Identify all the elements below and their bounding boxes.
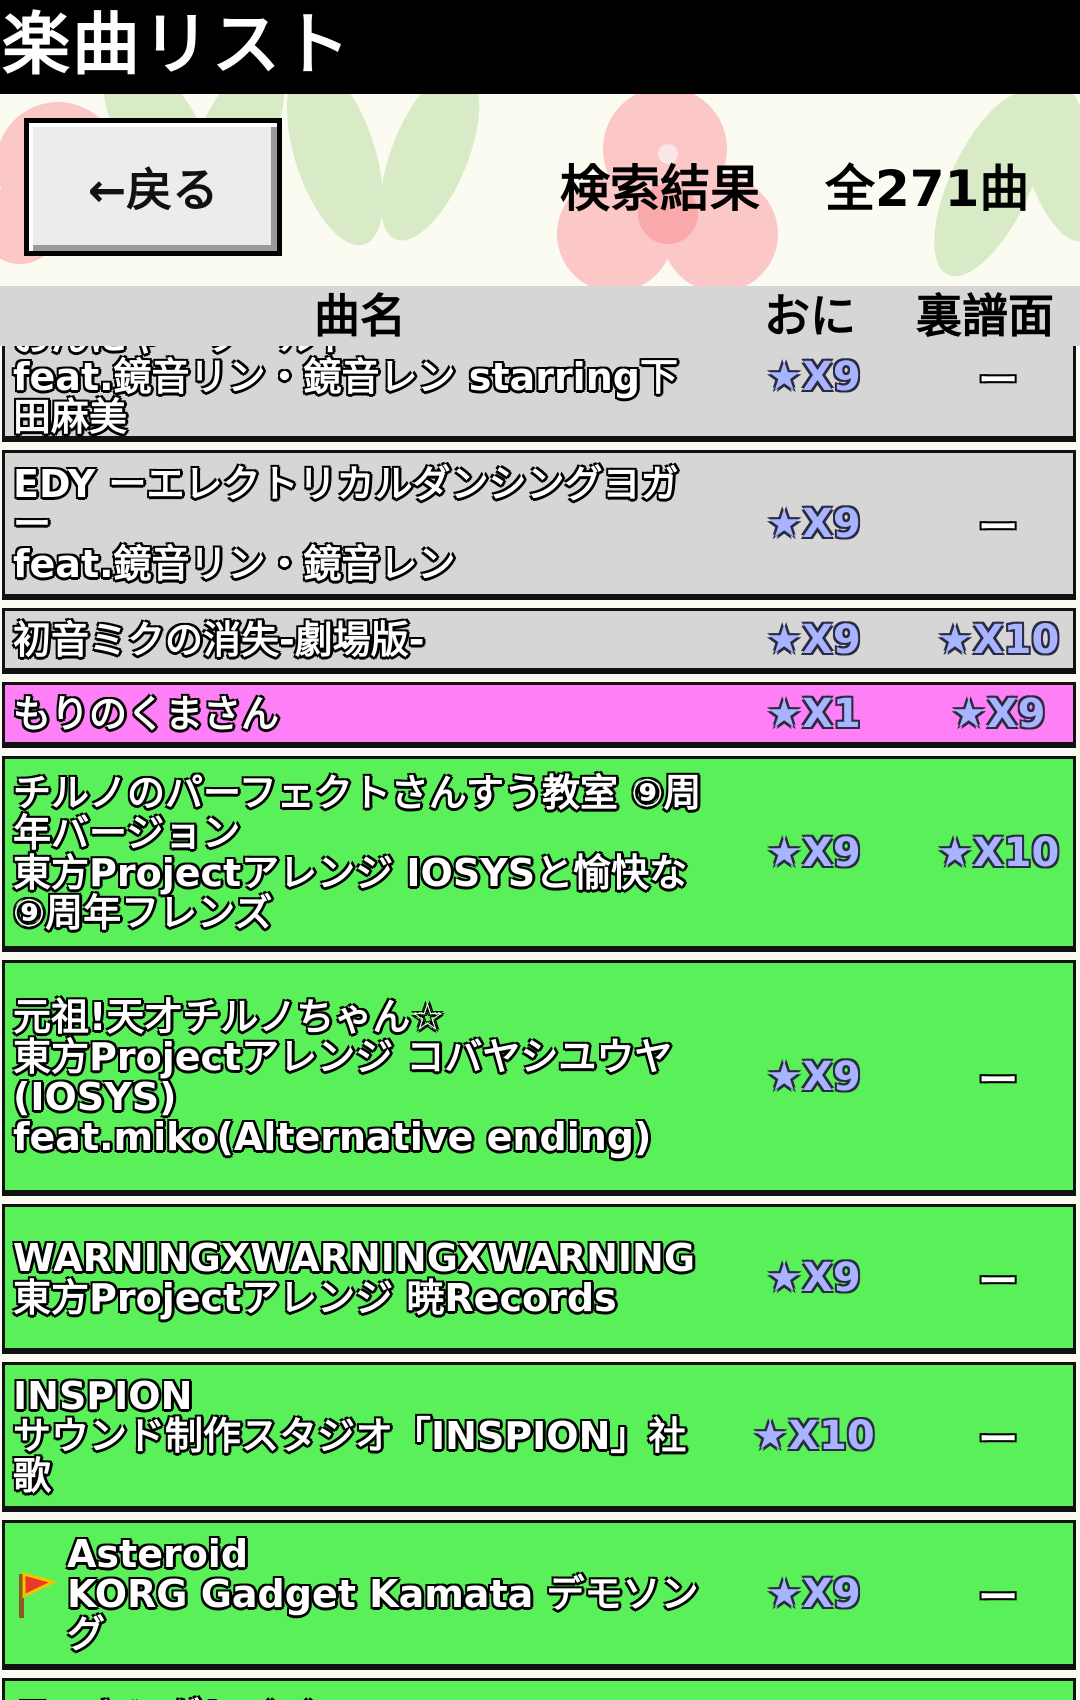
ura-difficulty: ー <box>978 504 1019 551</box>
song-row[interactable]: EDY ーエレクトリカルダンシングヨガー feat.鏡音リン・鏡音レン ★X9 ー <box>2 450 1076 600</box>
oni-difficulty: ★X10 <box>752 1412 875 1459</box>
song-row[interactable]: Asteroid KORG Gadget Kamata デモソング ★X9 ー <box>2 1520 1076 1670</box>
ura-difficulty: ー <box>978 1416 1019 1463</box>
song-title: 初音ミクの消失-劇場版- <box>13 617 425 662</box>
song-row[interactable]: ラッキングレイイ <box>2 1678 1076 1700</box>
oni-difficulty: ★X9 <box>766 616 861 663</box>
ura-difficulty: ー <box>978 357 1019 404</box>
song-row[interactable]: 初音ミクの消失-劇場版- ★X9 ★X10 <box>2 608 1076 674</box>
flag-icon <box>19 1571 57 1618</box>
oni-difficulty: ★X9 <box>766 1570 861 1617</box>
song-name-cell: チルノのパーフェクトさんすう教室 ⑨周年バージョン 東方Projectアレンジ … <box>5 773 704 933</box>
song-name-cell: おんにゃーワールド feat.鏡音リン・鏡音レン starring下田麻美 <box>5 346 704 437</box>
song-title: おんにゃーワールド feat.鏡音リン・鏡音レン starring下田麻美 <box>13 346 678 439</box>
ura-difficulty: ★X9 <box>950 690 1046 737</box>
song-title: チルノのパーフェクトさんすう教室 ⑨周年バージョン 東方Projectアレンジ … <box>13 770 702 935</box>
oni-difficulty: ★X9 <box>766 500 861 547</box>
song-name-cell: 初音ミクの消失-劇場版- <box>5 620 704 660</box>
song-name-cell: もりのくまさん <box>5 694 704 734</box>
song-row[interactable]: WARNINGXWARNINGXWARNING 東方Projectアレンジ 暁R… <box>2 1204 1076 1354</box>
song-name-cell: INSPION サウンド制作スタジオ「INSPION」社歌 <box>5 1376 704 1496</box>
column-header: 曲名 おに 裏譜面 <box>0 286 1080 346</box>
song-list-screen: 楽曲リスト ←戻る 検索結果 全271曲 曲名 おに 裏譜面 feat.鏡音リン… <box>0 0 1080 1700</box>
oni-difficulty: ★X9 <box>766 1254 861 1301</box>
ura-difficulty: ー <box>978 1574 1019 1621</box>
column-header-name: 曲名 <box>314 289 406 343</box>
song-title: ラッキングレイイ <box>13 1697 316 1700</box>
song-title: 元祖!天才チルノちゃん☆ 東方Projectアレンジ コバヤシユウヤ(IOSYS… <box>13 994 673 1159</box>
song-title: WARNINGXWARNINGXWARNING 東方Projectアレンジ 暁R… <box>13 1235 696 1320</box>
oni-difficulty: ★X9 <box>766 353 861 400</box>
oni-difficulty: ★X9 <box>766 829 861 876</box>
back-button-label: ←戻る <box>87 163 219 217</box>
column-header-oni: おに <box>764 289 856 343</box>
ura-difficulty: ー <box>978 1057 1019 1104</box>
song-row[interactable]: INSPION サウンド制作スタジオ「INSPION」社歌 ★X10 ー <box>2 1362 1076 1512</box>
song-row[interactable]: もりのくまさん ★X1 ★X9 <box>2 682 1076 748</box>
song-list[interactable]: おんにゃーワールド feat.鏡音リン・鏡音レン starring下田麻美 ★X9… <box>0 346 1080 1700</box>
oni-difficulty: ★X9 <box>766 1053 861 1100</box>
column-header-ura: 裏譜面 <box>916 289 1054 343</box>
song-name-cell: ラッキングレイイ <box>5 1697 704 1700</box>
song-title: Asteroid KORG Gadget Kamata デモソング <box>67 1531 699 1656</box>
title-bar: 楽曲リスト <box>0 0 1080 94</box>
song-title: もりのくまさん <box>13 691 280 736</box>
song-name-cell: WARNINGXWARNINGXWARNING 東方Projectアレンジ 暁R… <box>5 1238 704 1318</box>
ura-difficulty: ★X10 <box>936 829 1060 876</box>
song-title: EDY ーエレクトリカルダンシングヨガー feat.鏡音リン・鏡音レン <box>13 461 679 586</box>
oni-difficulty: ★X1 <box>766 690 861 737</box>
search-result-count: 全271曲 <box>825 160 1030 218</box>
song-row[interactable]: チルノのパーフェクトさんすう教室 ⑨周年バージョン 東方Projectアレンジ … <box>2 756 1076 952</box>
ura-difficulty: ー <box>978 1258 1019 1305</box>
back-button[interactable]: ←戻る <box>24 118 282 256</box>
song-name-cell: Asteroid KORG Gadget Kamata デモソング <box>5 1534 704 1654</box>
song-name-cell: 元祖!天才チルノちゃん☆ 東方Projectアレンジ コバヤシユウヤ(IOSYS… <box>5 997 704 1157</box>
song-list-content: おんにゃーワールド feat.鏡音リン・鏡音レン starring下田麻美 ★X9… <box>0 346 1080 1700</box>
song-title: INSPION サウンド制作スタジオ「INSPION」社歌 <box>13 1373 687 1498</box>
song-row[interactable]: おんにゃーワールド feat.鏡音リン・鏡音レン starring下田麻美 ★X9… <box>2 346 1076 442</box>
song-name-cell: EDY ーエレクトリカルダンシングヨガー feat.鏡音リン・鏡音レン <box>5 464 704 584</box>
header-band: ←戻る 検索結果 全271曲 <box>0 94 1080 286</box>
song-row[interactable]: 元祖!天才チルノちゃん☆ 東方Projectアレンジ コバヤシユウヤ(IOSYS… <box>2 960 1076 1196</box>
ura-difficulty: ★X10 <box>936 616 1060 663</box>
search-result-label: 検索結果 <box>560 160 760 218</box>
page-title: 楽曲リスト <box>2 6 353 85</box>
